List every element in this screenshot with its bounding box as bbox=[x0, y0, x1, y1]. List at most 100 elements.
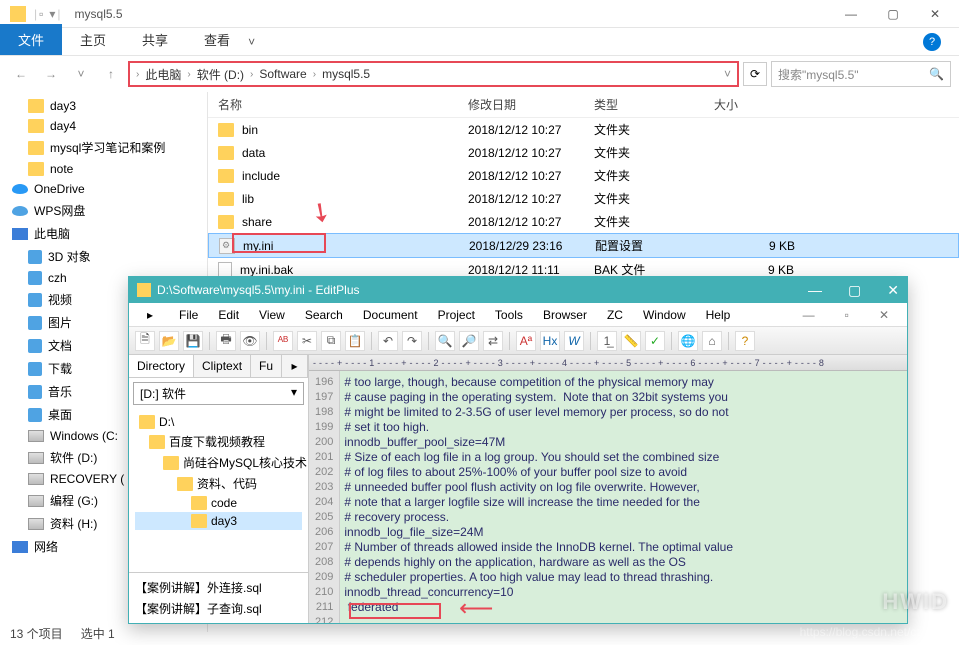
menu-item[interactable]: View bbox=[249, 306, 295, 324]
ribbon-collapse-icon[interactable]: ˅ bbox=[248, 35, 255, 49]
ribbon-share[interactable]: 共享 bbox=[124, 24, 186, 55]
tree-item[interactable]: 百度下载视频教程 bbox=[135, 431, 302, 452]
tb-copy-icon[interactable]: ⧉ bbox=[321, 331, 341, 351]
folder-icon bbox=[218, 123, 234, 137]
nav-forward-icon[interactable]: → bbox=[38, 61, 64, 87]
search-placeholder: 搜索"mysql5.5" bbox=[778, 66, 859, 83]
bc-root-icon: › bbox=[136, 69, 139, 80]
tb-findnext-icon[interactable]: 🔎 bbox=[459, 331, 479, 351]
ribbon-file[interactable]: 文件 bbox=[0, 24, 62, 55]
tb-font-icon[interactable]: Aª bbox=[516, 331, 536, 351]
menu-item[interactable]: Window bbox=[633, 306, 696, 324]
menu-item[interactable]: Tools bbox=[485, 306, 533, 324]
tb-paste-icon[interactable]: 📋 bbox=[345, 331, 365, 351]
thispc-item[interactable]: 此电脑 bbox=[0, 222, 207, 245]
tree-item[interactable]: D:\ bbox=[135, 413, 302, 431]
nav-back-icon[interactable]: ← bbox=[8, 61, 34, 87]
ribbon-view[interactable]: 查看 bbox=[186, 24, 248, 55]
col-name[interactable]: 名称 bbox=[218, 96, 468, 113]
tb-browser-icon[interactable]: 🌐 bbox=[678, 331, 698, 351]
sidebar-item[interactable]: note bbox=[0, 159, 207, 179]
drive-icon bbox=[28, 385, 42, 399]
tb-word-icon[interactable]: W bbox=[564, 331, 584, 351]
bc-seg-3[interactable]: mysql5.5 bbox=[322, 67, 370, 81]
bc-seg-0[interactable]: 此电脑 bbox=[145, 66, 181, 83]
sidebar-item[interactable]: mysql学习笔记和案例 bbox=[0, 136, 207, 159]
tb-cut-icon[interactable]: ✂ bbox=[297, 331, 317, 351]
help-icon[interactable]: ? bbox=[923, 33, 941, 51]
ribbon-home[interactable]: 主页 bbox=[62, 24, 124, 55]
tb-replace-icon[interactable]: ⇄ bbox=[483, 331, 503, 351]
code-editor[interactable]: 1961971981992002012022032042052062072082… bbox=[309, 371, 907, 623]
tb-hex-icon[interactable]: Hx bbox=[540, 331, 560, 351]
ep-minimize-button[interactable]: — bbox=[808, 282, 822, 299]
tree-item[interactable]: code bbox=[135, 494, 302, 512]
side-tab-more-icon[interactable]: ▸ bbox=[282, 355, 308, 377]
col-type[interactable]: 类型 bbox=[594, 96, 714, 113]
tb-save-icon[interactable]: 💾 bbox=[183, 331, 203, 351]
editor-ruler: ----+----1----+----2----+----3----+----4… bbox=[309, 355, 907, 371]
tb-undo-icon[interactable]: ↶ bbox=[378, 331, 398, 351]
maximize-button[interactable]: ▢ bbox=[873, 2, 913, 26]
col-size[interactable]: 大小 bbox=[714, 96, 794, 113]
menu-item[interactable]: Document bbox=[353, 306, 428, 324]
bc-seg-2[interactable]: Software bbox=[259, 67, 306, 81]
menu-item[interactable]: Edit bbox=[208, 306, 249, 324]
search-box[interactable]: 搜索"mysql5.5" 🔍 bbox=[771, 61, 951, 87]
ini-icon bbox=[219, 238, 235, 254]
minimize-button[interactable]: — bbox=[831, 2, 871, 26]
menu-item[interactable]: File bbox=[169, 306, 208, 324]
nav-recent-icon[interactable]: ˅ bbox=[68, 61, 94, 87]
ep-min2-icon[interactable]: — bbox=[793, 306, 825, 324]
side-file-item[interactable]: 【案例讲解】子查询.sql bbox=[135, 598, 302, 619]
breadcrumb-bar[interactable]: › 此电脑› 软件 (D:)› Software› mysql5.5 ˅ bbox=[128, 61, 739, 87]
tb-print-icon[interactable]: 🖶 bbox=[216, 331, 236, 351]
tb-find-icon[interactable]: 🔍 bbox=[435, 331, 455, 351]
file-row[interactable]: include2018/12/12 10:27文件夹 bbox=[208, 164, 959, 187]
file-row[interactable]: my.ini2018/12/29 23:16配置设置9 KB bbox=[208, 233, 959, 258]
tb-ruler-icon[interactable]: 📏 bbox=[621, 331, 641, 351]
drive-selector[interactable]: [D:] 软件▾ bbox=[133, 382, 304, 405]
wps-item[interactable]: WPS网盘 bbox=[0, 199, 207, 222]
ep-rest-icon[interactable]: ▫ bbox=[835, 306, 859, 324]
tb-preview-icon[interactable]: 👁 bbox=[240, 331, 260, 351]
bc-seg-1[interactable]: 软件 (D:) bbox=[197, 66, 244, 83]
tb-num-icon[interactable]: 1̲ bbox=[597, 331, 617, 351]
sidebar-item[interactable]: day3 bbox=[0, 96, 207, 116]
side-tab-directory[interactable]: Directory bbox=[129, 355, 194, 377]
drive-icon bbox=[28, 293, 42, 307]
tree-item[interactable]: day3 bbox=[135, 512, 302, 530]
sidebar-item[interactable]: day4 bbox=[0, 116, 207, 136]
menu-item[interactable]: ZC bbox=[597, 306, 633, 324]
side-tab-cliptext[interactable]: Cliptext bbox=[194, 355, 251, 377]
tb-spell-icon[interactable]: ᴬᴮ bbox=[273, 331, 293, 351]
qat-arrow-icon[interactable]: ▾ bbox=[49, 7, 55, 21]
tb-help-icon[interactable]: ? bbox=[735, 331, 755, 351]
tree-item[interactable]: 资料、代码 bbox=[135, 473, 302, 494]
side-file-item[interactable]: 【案例讲解】外连接.sql bbox=[135, 577, 302, 598]
col-date[interactable]: 修改日期 bbox=[468, 96, 594, 113]
close-button[interactable]: ✕ bbox=[915, 2, 955, 26]
side-tab-fu[interactable]: Fu bbox=[251, 355, 282, 377]
refresh-icon[interactable]: ⟳ bbox=[743, 62, 767, 86]
ep-close2-icon[interactable]: ✕ bbox=[869, 306, 899, 324]
ep-maximize-button[interactable]: ▢ bbox=[848, 282, 861, 299]
file-row[interactable]: data2018/12/12 10:27文件夹 bbox=[208, 141, 959, 164]
tb-redo-icon[interactable]: ↷ bbox=[402, 331, 422, 351]
onedrive-item[interactable]: OneDrive bbox=[0, 179, 207, 199]
qat-save-icon[interactable]: ▫ bbox=[39, 7, 43, 21]
tb-check-icon[interactable]: ✓ bbox=[645, 331, 665, 351]
file-row[interactable]: bin2018/12/12 10:27文件夹 bbox=[208, 118, 959, 141]
tb-new-icon[interactable]: 🗎 bbox=[135, 331, 155, 351]
ep-close-button[interactable]: ✕ bbox=[887, 282, 899, 299]
tree-item[interactable]: 尚硅谷MySQL核心技术 bbox=[135, 452, 302, 473]
menu-item[interactable]: Project bbox=[428, 306, 485, 324]
nav-up-icon[interactable]: ↑ bbox=[98, 61, 124, 87]
menu-item[interactable]: Search bbox=[295, 306, 353, 324]
sidebar-item[interactable]: 3D 对象 bbox=[0, 245, 207, 268]
menu-item[interactable]: Browser bbox=[533, 306, 597, 324]
addr-drop-icon[interactable]: ˅ bbox=[724, 67, 731, 81]
menu-item[interactable]: Help bbox=[696, 306, 741, 324]
tb-home-icon[interactable]: ⌂ bbox=[702, 331, 722, 351]
tb-open-icon[interactable]: 📂 bbox=[159, 331, 179, 351]
